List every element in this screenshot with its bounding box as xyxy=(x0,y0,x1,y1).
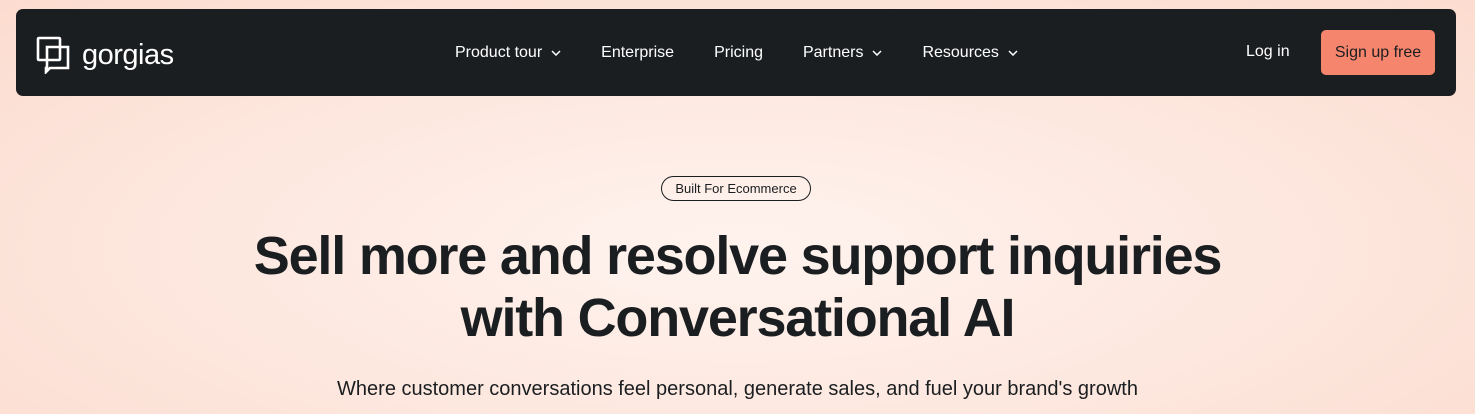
login-link[interactable]: Log in xyxy=(1246,43,1290,61)
top-navbar: gorgias Product tour Enterprise Pricing … xyxy=(16,9,1456,96)
hero-badge: Built For Ecommerce xyxy=(661,176,811,201)
hero-headline: Sell more and resolve support inquiries … xyxy=(0,225,1475,349)
nav-item-label: Product tour xyxy=(455,43,543,61)
chevron-down-icon xyxy=(551,49,561,56)
nav-item-resources[interactable]: Resources xyxy=(922,43,1018,62)
nav-item-enterprise[interactable]: Enterprise xyxy=(601,44,674,62)
main-nav: Product tour Enterprise Pricing Partners… xyxy=(455,9,1058,96)
chat-bubbles-icon xyxy=(36,36,70,74)
nav-item-label: Partners xyxy=(802,43,864,61)
brand-logo-link[interactable]: gorgias xyxy=(36,36,174,74)
signup-button[interactable]: Sign up free xyxy=(1321,30,1435,75)
chevron-down-icon xyxy=(872,49,882,56)
nav-item-label: Enterprise xyxy=(601,43,675,61)
hero-headline-line1: Sell more and resolve support inquiries xyxy=(253,226,1223,286)
nav-item-pricing[interactable]: Pricing xyxy=(714,44,763,62)
nav-item-product-tour[interactable]: Product tour xyxy=(455,44,561,62)
brand-name: gorgias xyxy=(82,39,174,71)
nav-item-label: Pricing xyxy=(714,43,763,61)
hero-subtext: Where customer conversations feel person… xyxy=(337,378,1138,400)
nav-item-partners[interactable]: Partners xyxy=(803,44,882,62)
hero-headline-line2: with Conversational AI xyxy=(460,288,1016,348)
chevron-down-icon xyxy=(1008,49,1018,56)
nav-item-label: Resources xyxy=(922,43,999,61)
